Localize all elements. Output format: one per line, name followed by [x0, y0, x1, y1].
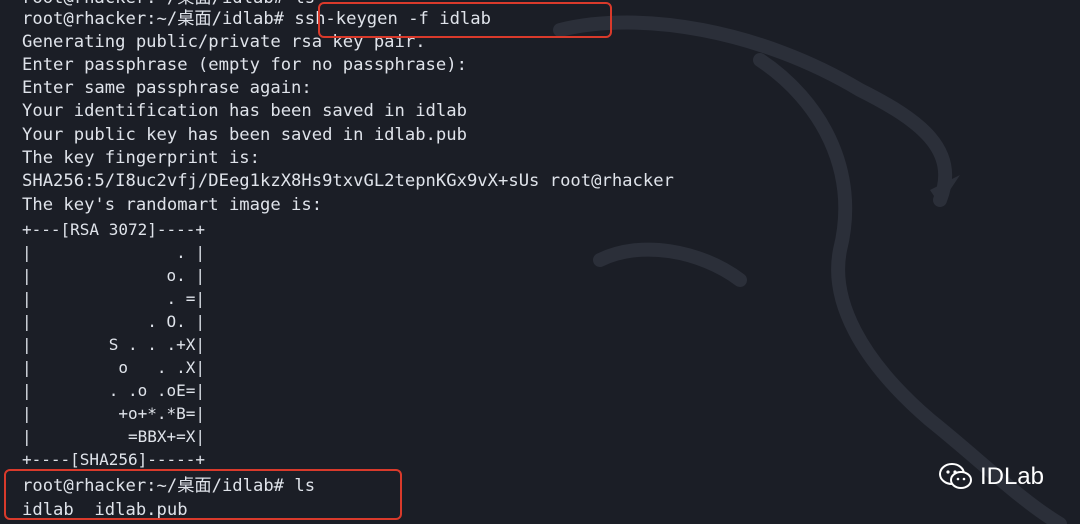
randomart-line: | . O. |	[22, 312, 206, 331]
terminal-line: Your identification has been saved in id…	[22, 101, 467, 121]
randomart-line: | . =|	[22, 289, 206, 308]
terminal-window[interactable]: root@rhacker:~/桌面/idlab# ls root@rhacker…	[0, 0, 1080, 524]
randomart-line: | . .o .oE=|	[22, 381, 206, 400]
randomart-line: | o. |	[22, 266, 206, 285]
watermark-text: IDLab	[979, 463, 1044, 490]
randomart-line: | =BBX+=X|	[22, 427, 206, 446]
terminal-line-ls-output: idlab idlab.pub	[22, 500, 188, 520]
randomart-line: | . |	[22, 243, 206, 262]
watermark: IDLab	[938, 462, 1044, 492]
wechat-icon	[938, 463, 972, 489]
terminal-line: Your public key has been saved in idlab.…	[22, 125, 467, 145]
randomart-line: | S . . .+X|	[22, 335, 206, 354]
randomart-line: | o . .X|	[22, 358, 206, 377]
terminal-line: Enter same passphrase again:	[22, 78, 312, 98]
terminal-line-ls-command: root@rhacker:~/桌面/idlab# ls	[22, 476, 316, 496]
terminal-line: Generating public/private rsa key pair.	[22, 32, 426, 52]
randomart-line: +----[SHA256]-----+	[22, 450, 206, 469]
randomart-line: | +o+*.*B=|	[22, 404, 206, 423]
randomart-line: +---[RSA 3072]----+	[22, 220, 206, 239]
terminal-line: Enter passphrase (empty for no passphras…	[22, 55, 467, 75]
terminal-line: The key fingerprint is:	[22, 148, 260, 168]
terminal-line: The key's randomart image is:	[22, 195, 323, 215]
terminal-line-fingerprint: SHA256:5/I8uc2vfj/DEeg1kzX8Hs9txvGL2tepn…	[22, 171, 674, 191]
terminal-line-ssh-keygen-command: root@rhacker:~/桌面/idlab# ssh-keygen -f i…	[22, 9, 491, 29]
